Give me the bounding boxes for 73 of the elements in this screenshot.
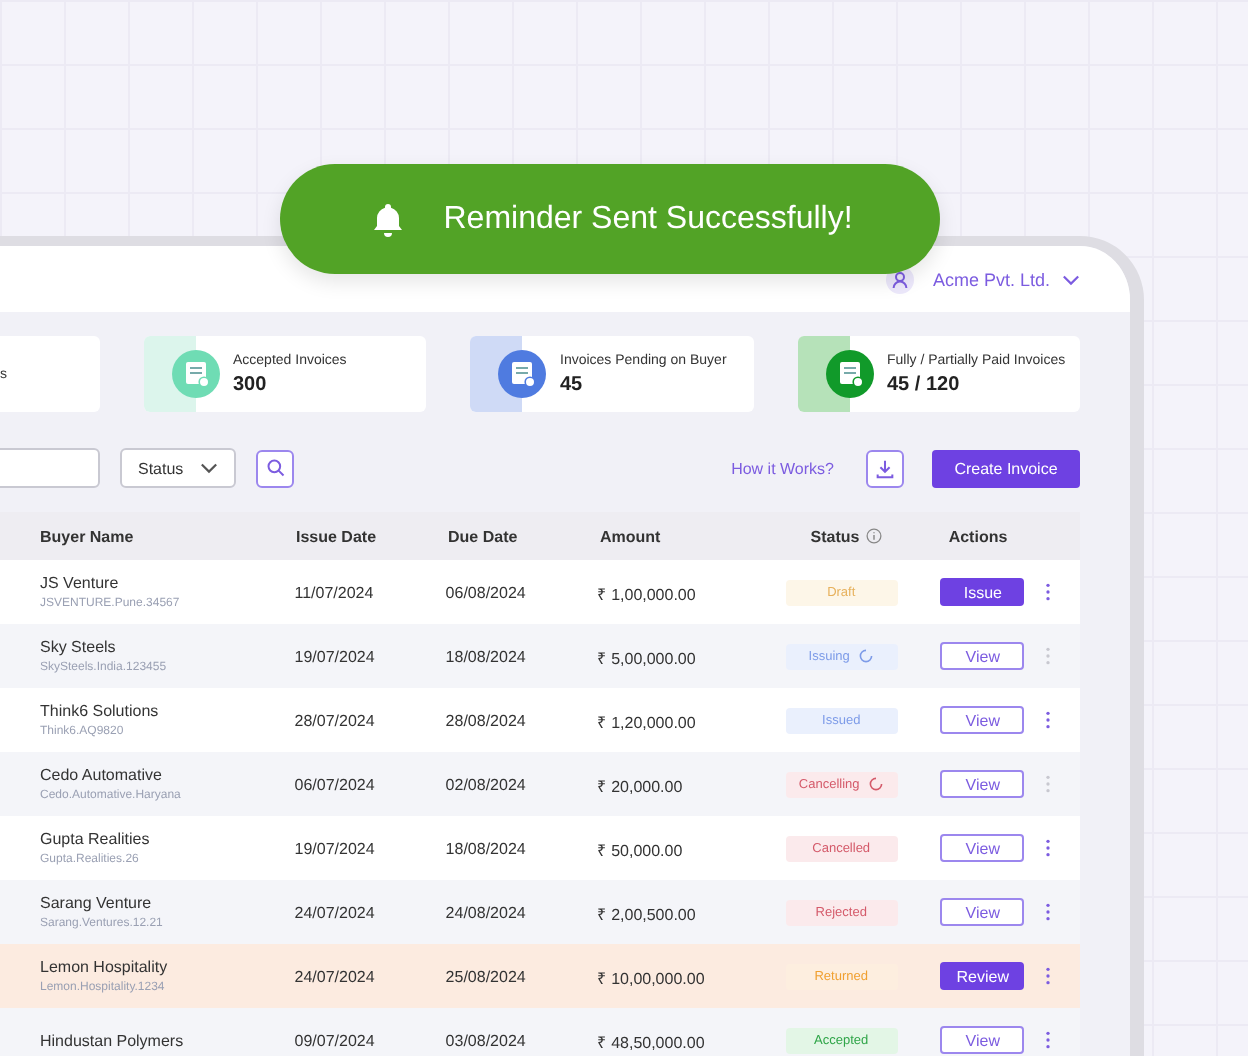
column-header: Buyer Name — [40, 527, 136, 545]
buyer-name: Gupta Realities — [40, 830, 152, 848]
issue-date: 09/07/2024 — [294, 1031, 377, 1049]
row-action-button[interactable]: View — [940, 770, 1025, 798]
amount: ₹ 10,00,000.00 — [596, 967, 707, 987]
issue-date: 06/07/2024 — [294, 775, 377, 793]
chevron-down-icon — [1062, 273, 1080, 285]
amount: ₹ 20,000.00 — [596, 775, 685, 795]
due-date: 25/08/2024 — [445, 967, 528, 985]
card-value: 45 / 120 — [887, 373, 962, 395]
due-date: 18/08/2024 — [445, 647, 528, 665]
issue-date: 11/07/2024 — [294, 583, 376, 601]
amount: ₹ 50,000.00 — [596, 839, 685, 859]
row-action-button[interactable]: View — [940, 898, 1025, 926]
search-icon — [265, 458, 285, 478]
buyer-name: JS Venture — [40, 574, 121, 592]
more-options-icon[interactable] — [1044, 1030, 1053, 1050]
column-header: Amount — [600, 527, 663, 545]
column-header: Issue Date — [296, 527, 379, 545]
due-date: 02/08/2024 — [445, 775, 528, 793]
column-header: Due Date — [448, 527, 520, 545]
row-action-button[interactable]: View — [940, 642, 1025, 670]
issue-date: 19/07/2024 — [294, 647, 377, 665]
download-icon — [874, 457, 896, 479]
buyer-name: Hindustan Polymers — [40, 1031, 186, 1049]
column-header: Status — [810, 527, 860, 545]
due-date: 24/08/2024 — [445, 903, 528, 921]
how-it-works-link[interactable]: How it Works? — [731, 459, 834, 477]
toast-message: Reminder Sent Successfully! — [443, 201, 853, 237]
chevron-down-icon — [200, 462, 218, 474]
spinner-icon — [867, 776, 884, 792]
issue-date: 24/07/2024 — [294, 967, 377, 985]
card-value: 45 — [560, 373, 585, 395]
issue-date: 28/07/2024 — [294, 711, 377, 729]
row-action-button[interactable]: Issue — [940, 578, 1025, 606]
amount: ₹ 5,00,000.00 — [596, 647, 698, 667]
more-options-icon[interactable] — [1044, 966, 1053, 986]
due-date: 03/08/2024 — [445, 1031, 528, 1049]
due-date: 28/08/2024 — [445, 711, 528, 729]
info-icon — [865, 528, 882, 544]
download-button[interactable] — [866, 449, 904, 487]
amount: ₹ 48,50,000.00 — [596, 1031, 707, 1051]
more-options-icon[interactable] — [1044, 902, 1053, 922]
invoice-icon — [498, 350, 546, 398]
more-options-icon[interactable] — [1044, 838, 1053, 858]
status-dropdown[interactable]: Status — [120, 448, 236, 488]
buyer-name: Lemon Hospitality — [40, 958, 170, 976]
due-date: 18/08/2024 — [445, 839, 528, 857]
row-action-button[interactable]: View — [940, 834, 1025, 862]
spinner-icon — [857, 648, 874, 664]
amount: ₹ 1,20,000.00 — [596, 711, 698, 731]
buyer-name: Think6 Solutions — [40, 702, 161, 720]
more-options-icon[interactable] — [1044, 582, 1053, 602]
row-action-button[interactable]: View — [940, 706, 1025, 734]
user-icon — [886, 265, 915, 293]
amount: ₹ 2,00,500.00 — [596, 903, 698, 923]
search-button[interactable] — [256, 449, 294, 487]
due-date: 06/08/2024 — [445, 583, 528, 601]
row-action-button[interactable]: Review — [940, 962, 1025, 990]
amount: ₹ 1,00,000.00 — [596, 583, 698, 603]
invoice-icon — [171, 350, 219, 398]
buyer-name: Cedo Automative — [40, 766, 164, 784]
more-options-icon[interactable] — [1044, 710, 1053, 730]
issue-date: 24/07/2024 — [294, 903, 377, 921]
account-menu[interactable]: Acme Pvt. Ltd. — [886, 265, 1080, 293]
issue-date: 19/07/2024 — [294, 839, 377, 857]
row-action-button[interactable]: View — [940, 1026, 1025, 1054]
invoice-icon — [825, 350, 873, 398]
column-header: Actions — [946, 527, 1010, 545]
buyer-name: Sky Steels — [40, 638, 118, 656]
create-invoice-button[interactable]: Create Invoice — [932, 449, 1080, 487]
buyer-name: Sarang Venture — [40, 894, 154, 912]
card-value: 300 — [233, 373, 269, 395]
